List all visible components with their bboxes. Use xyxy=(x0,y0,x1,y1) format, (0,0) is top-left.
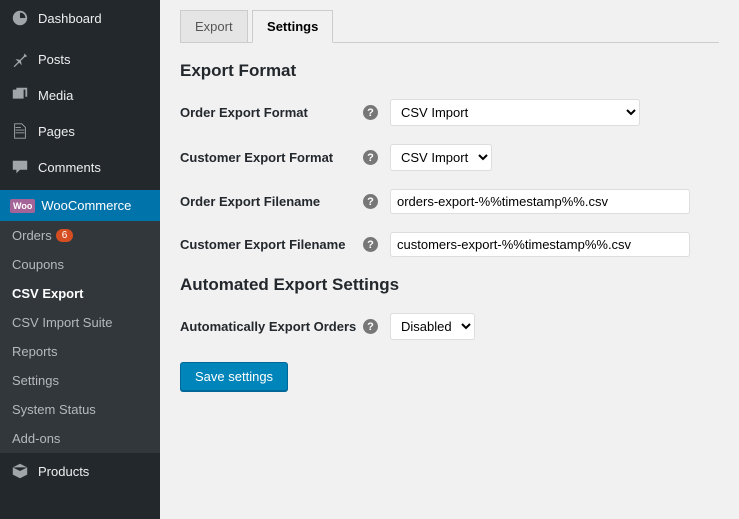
help-icon[interactable]: ? xyxy=(363,319,378,334)
field-label: Automatically Export Orders xyxy=(180,319,356,334)
submenu-system-status[interactable]: System Status xyxy=(0,395,160,424)
main-content: Export Settings Export Format Order Expo… xyxy=(160,0,739,519)
row-order-format: Order Export Format ? CSV Import xyxy=(180,99,719,126)
row-customer-format: Customer Export Format ? CSV Import xyxy=(180,144,719,171)
menu-media[interactable]: Media xyxy=(0,77,160,113)
menu-label: Products xyxy=(38,464,150,479)
save-button[interactable]: Save settings xyxy=(180,362,288,391)
submenu-addons[interactable]: Add-ons xyxy=(0,424,160,453)
menu-label: Comments xyxy=(38,160,150,175)
menu-dashboard[interactable]: Dashboard xyxy=(0,0,160,36)
field-label: Customer Export Format xyxy=(180,150,333,165)
submenu-label: CSV Export xyxy=(12,286,84,301)
submenu-label: Orders xyxy=(12,228,52,243)
field-label: Order Export Format xyxy=(180,105,308,120)
section-export-format: Export Format xyxy=(180,61,719,81)
menu-label: Dashboard xyxy=(38,11,150,26)
section-auto-export: Automated Export Settings xyxy=(180,275,719,295)
menu-comments[interactable]: Comments xyxy=(0,149,160,185)
submenu-orders[interactable]: Orders 6 xyxy=(0,221,160,250)
comment-icon xyxy=(10,157,30,177)
tab-nav: Export Settings xyxy=(180,10,719,43)
order-format-select[interactable]: CSV Import xyxy=(390,99,640,126)
submenu-label: System Status xyxy=(12,402,96,417)
menu-posts[interactable]: Posts xyxy=(0,41,160,77)
order-filename-input[interactable] xyxy=(390,189,690,214)
submenu-csv-import[interactable]: CSV Import Suite xyxy=(0,308,160,337)
field-label: Order Export Filename xyxy=(180,194,320,209)
help-icon[interactable]: ? xyxy=(363,194,378,209)
orders-count-badge: 6 xyxy=(56,229,74,242)
menu-label: Posts xyxy=(38,52,150,67)
field-label: Customer Export Filename xyxy=(180,237,345,252)
menu-pages[interactable]: Pages xyxy=(0,113,160,149)
row-order-filename: Order Export Filename ? xyxy=(180,189,719,214)
products-icon xyxy=(10,461,30,481)
menu-products[interactable]: Products xyxy=(0,453,160,489)
menu-label: Media xyxy=(38,88,150,103)
admin-sidebar: Dashboard Posts Media Pages Comments Woo… xyxy=(0,0,160,519)
menu-label: Pages xyxy=(38,124,150,139)
submenu-csv-export[interactable]: CSV Export xyxy=(0,279,160,308)
menu-label: WooCommerce xyxy=(41,198,150,213)
submenu-reports[interactable]: Reports xyxy=(0,337,160,366)
menu-woocommerce[interactable]: Woo WooCommerce xyxy=(0,190,160,221)
pages-icon xyxy=(10,121,30,141)
submenu-label: Settings xyxy=(12,373,59,388)
woocommerce-icon: Woo xyxy=(10,199,35,213)
tab-export[interactable]: Export xyxy=(180,10,248,43)
customer-filename-input[interactable] xyxy=(390,232,690,257)
submenu-label: Add-ons xyxy=(12,431,60,446)
submenu-label: Coupons xyxy=(12,257,64,272)
auto-export-select[interactable]: Disabled xyxy=(390,313,475,340)
pin-icon xyxy=(10,49,30,69)
customer-format-select[interactable]: CSV Import xyxy=(390,144,492,171)
help-icon[interactable]: ? xyxy=(363,105,378,120)
row-customer-filename: Customer Export Filename ? xyxy=(180,232,719,257)
submenu-label: CSV Import Suite xyxy=(12,315,112,330)
submenu-settings[interactable]: Settings xyxy=(0,366,160,395)
media-icon xyxy=(10,85,30,105)
dashboard-icon xyxy=(10,8,30,28)
woocommerce-submenu: Orders 6 Coupons CSV Export CSV Import S… xyxy=(0,221,160,453)
submenu-label: Reports xyxy=(12,344,58,359)
row-auto-export: Automatically Export Orders ? Disabled xyxy=(180,313,719,340)
tab-settings[interactable]: Settings xyxy=(252,10,333,43)
submenu-coupons[interactable]: Coupons xyxy=(0,250,160,279)
help-icon[interactable]: ? xyxy=(363,150,378,165)
help-icon[interactable]: ? xyxy=(363,237,378,252)
